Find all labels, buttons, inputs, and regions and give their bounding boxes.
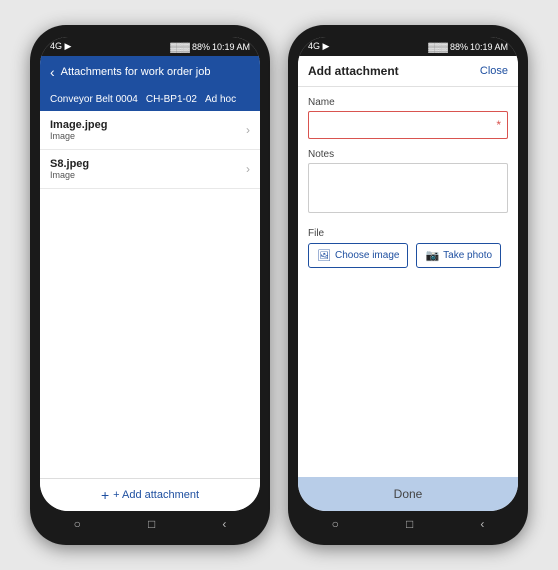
phone-1: 4G ▶ ▓▓▓ 88% 10:19 AM ‹ Attachments for … [30,25,270,545]
nav-title: Attachments for work order job [61,66,250,78]
time-text-2: 10:19 AM [470,42,508,52]
battery-text: 88% [192,42,210,52]
back-nav-button-2[interactable]: ‹ [480,517,484,531]
notes-input[interactable] [308,163,508,213]
required-star: * [496,118,501,132]
file-label: File [308,228,508,239]
take-photo-button[interactable]: 📷 Take photo [416,243,501,268]
network-icon: 4G ▶ [50,41,71,52]
list-item[interactable]: S8.jpeg Image › [40,150,260,189]
signal-icon: ▓▓▓ [170,42,190,52]
file-field-group: File 🖼 Choose image 📷 Take photo [308,228,508,268]
recents-button[interactable]: □ [148,517,155,531]
camera-icon: 📷 [425,249,439,262]
list-item[interactable]: Image.jpeg Image › [40,111,260,150]
chevron-icon-0: › [246,123,250,137]
status-bar-2: 4G ▶ ▓▓▓ 88% 10:19 AM [298,37,518,56]
info-banner: Conveyor Belt 0004 CH-BP1-02 Ad hoc [40,88,260,111]
conveyor-label: Conveyor Belt 0004 [50,94,138,105]
home-button-2[interactable]: ○ [332,517,339,531]
take-photo-label: Take photo [443,250,492,261]
type-label: Ad hoc [205,94,236,105]
home-button[interactable]: ○ [74,517,81,531]
add-attachment-button[interactable]: + + Add attachment [101,487,199,503]
form-area: Name * Notes File 🖼 Choose image [298,87,518,477]
add-attachment-header: Add attachment Close [298,56,518,87]
item-name-1: S8.jpeg [50,158,89,170]
status-bar-1: 4G ▶ ▓▓▓ 88% 10:19 AM [40,37,260,56]
time-text: 10:19 AM [212,42,250,52]
name-label: Name [308,97,508,108]
choose-image-label: Choose image [335,250,399,261]
chevron-icon-1: › [246,162,250,176]
signal-icon-2: ▓▓▓ [428,42,448,52]
recents-button-2[interactable]: □ [406,517,413,531]
item-type-1: Image [50,170,89,180]
back-button[interactable]: ‹ [50,64,55,80]
attachment-list: Image.jpeg Image › S8.jpeg Image › [40,111,260,478]
done-bar: Done [298,477,518,511]
phone-nav-1: ○ □ ‹ [40,511,260,533]
add-attachment-label: + Add attachment [113,489,199,501]
file-buttons: 🖼 Choose image 📷 Take photo [308,243,508,268]
name-field-group: Name * [308,97,508,139]
phone-2: 4G ▶ ▓▓▓ 88% 10:19 AM Add attachment Clo… [288,25,528,545]
choose-image-button[interactable]: 🖼 Choose image [308,243,408,268]
nav-bar-1: ‹ Attachments for work order job [40,56,260,88]
notes-field-group: Notes [308,149,508,218]
image-icon: 🖼 [317,249,331,262]
add-attachment-title: Add attachment [308,64,399,78]
item-name-0: Image.jpeg [50,119,107,131]
code-label: CH-BP1-02 [146,94,197,105]
item-type-0: Image [50,131,107,141]
close-button[interactable]: Close [480,65,508,77]
notes-label: Notes [308,149,508,160]
name-input[interactable]: * [308,111,508,139]
bottom-bar-1: + + Add attachment [40,478,260,511]
plus-icon: + [101,487,109,503]
battery-text-2: 88% [450,42,468,52]
phone-nav-2: ○ □ ‹ [298,511,518,533]
back-nav-button[interactable]: ‹ [222,517,226,531]
network-icon-2: 4G ▶ [308,41,329,52]
done-button[interactable]: Done [394,487,423,501]
